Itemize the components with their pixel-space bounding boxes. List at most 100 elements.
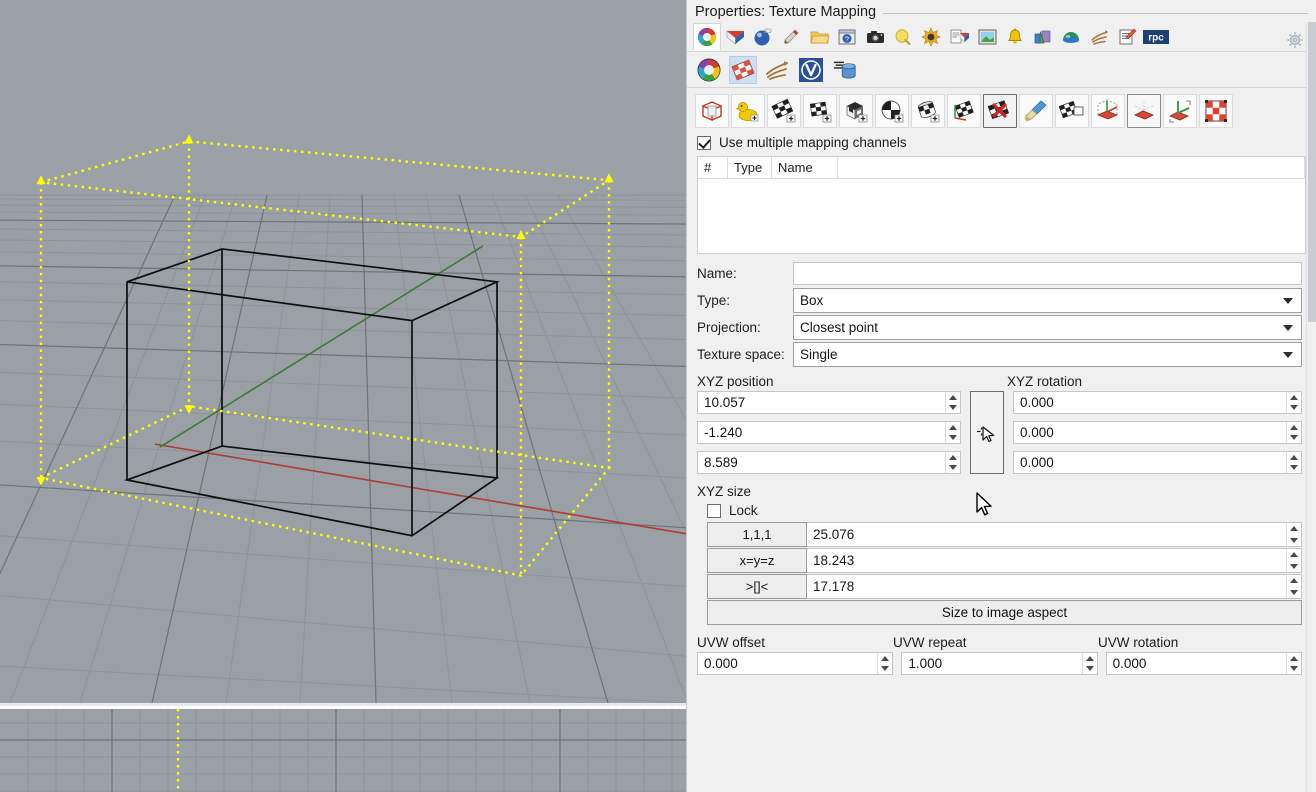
uvw-rotation-value[interactable]: 0.000 <box>1107 653 1286 674</box>
uvw-rotation-stepper[interactable]: 0.000 <box>1105 652 1302 675</box>
position-x-spin-buttons[interactable] <box>945 392 960 413</box>
display-tab[interactable] <box>777 23 805 51</box>
uvw-rotation-spin-buttons[interactable] <box>1285 653 1301 675</box>
pick-point-button[interactable] <box>970 391 1004 474</box>
layers-tab[interactable] <box>721 23 749 51</box>
size-x-stepper[interactable]: 25.076 <box>807 522 1302 547</box>
help-tab[interactable]: ? <box>833 23 861 51</box>
projection-select[interactable]: Closest point <box>793 315 1302 340</box>
match-mapping-tool[interactable] <box>1019 94 1053 128</box>
database-sub-tab[interactable] <box>831 56 859 84</box>
uvw-offset-value[interactable]: 0.000 <box>698 653 877 674</box>
copy-mapping-tool[interactable] <box>1055 94 1089 128</box>
position-x-stepper[interactable]: 10.057 <box>697 391 961 414</box>
object-properties-tab[interactable] <box>693 22 721 51</box>
spin-up-button[interactable] <box>946 452 960 463</box>
spin-up-button[interactable] <box>1287 653 1301 664</box>
spin-down-button[interactable] <box>946 403 960 414</box>
uvw-repeat-value[interactable]: 1.000 <box>902 653 1081 674</box>
spin-down-button[interactable] <box>1287 561 1301 573</box>
use-multiple-channels-row[interactable]: Use multiple mapping channels <box>687 133 1316 154</box>
size-x-value[interactable]: 25.076 <box>807 523 1286 546</box>
position-z-spin-buttons[interactable] <box>945 452 960 473</box>
spin-up-button[interactable] <box>946 422 960 433</box>
position-y-spin-buttons[interactable] <box>945 422 960 443</box>
spin-down-button[interactable] <box>878 664 892 675</box>
delete-mapping-tool[interactable] <box>983 94 1017 128</box>
apply-mapping-axes-tool[interactable] <box>1163 94 1197 128</box>
custom-mapping-tool[interactable] <box>947 94 981 128</box>
rotation-y-spin-buttons[interactable] <box>1286 422 1301 443</box>
position-z-value[interactable]: 8.589 <box>698 452 945 473</box>
size-z-value[interactable]: 17.178 <box>807 575 1286 598</box>
scrollbar-thumb[interactable] <box>1308 22 1316 322</box>
show-mapping-axes-tool[interactable] <box>1091 94 1125 128</box>
spin-up-button[interactable] <box>946 392 960 403</box>
spin-down-button[interactable] <box>1287 463 1301 474</box>
rotation-x-value[interactable]: 0.000 <box>1014 392 1286 413</box>
spin-up-button[interactable] <box>1287 523 1301 535</box>
size-z-stepper[interactable]: 17.178 <box>807 574 1302 599</box>
show-mapping-widget-tool[interactable] <box>695 94 729 128</box>
size-preset-111-button[interactable]: 1,1,1 <box>707 522 807 547</box>
size-preset-xyz-equal-button[interactable]: x=y=z <box>707 548 807 573</box>
panel-settings-button[interactable] <box>1281 26 1309 54</box>
spin-down-button[interactable] <box>1083 664 1097 675</box>
environment-tab[interactable] <box>973 23 1001 51</box>
color-sub-tab[interactable] <box>695 56 723 84</box>
rpc-tab[interactable]: rpc <box>1141 23 1171 51</box>
panel-vertical-scrollbar[interactable] <box>1306 22 1316 792</box>
spin-down-button[interactable] <box>1287 535 1301 547</box>
spin-down-button[interactable] <box>946 433 960 444</box>
spin-up-button[interactable] <box>1287 452 1301 463</box>
texture-mapping-sub-tab[interactable] <box>729 55 757 84</box>
rotation-y-stepper[interactable]: 0.000 <box>1013 421 1302 444</box>
planar-mapping-alt-tool[interactable] <box>803 94 837 128</box>
rotation-z-stepper[interactable]: 0.000 <box>1013 451 1302 474</box>
size-to-image-aspect-button[interactable]: Size to image aspect <box>707 600 1302 625</box>
uvw-repeat-stepper[interactable]: 1.000 <box>901 652 1098 675</box>
vray-sub-tab[interactable] <box>797 56 825 84</box>
texture-space-select[interactable]: Single <box>793 342 1302 367</box>
size-y-spin-buttons[interactable] <box>1286 549 1301 572</box>
rotation-z-value[interactable]: 0.000 <box>1014 452 1286 473</box>
size-preset-fit-button[interactable]: >[]< <box>707 574 807 599</box>
claw-sub-tab[interactable] <box>763 56 791 84</box>
position-y-stepper[interactable]: -1.240 <box>697 421 961 444</box>
name-input[interactable] <box>793 262 1302 285</box>
size-y-stepper[interactable]: 18.243 <box>807 548 1302 573</box>
top-viewport[interactable] <box>0 709 686 792</box>
planar-mapping-tool[interactable] <box>767 94 801 128</box>
unwrap-mapping-tool[interactable] <box>1127 94 1161 128</box>
dome-tab[interactable] <box>1057 23 1085 51</box>
folder-tab[interactable] <box>805 23 833 51</box>
spin-up-button[interactable] <box>1287 575 1301 587</box>
size-z-spin-buttons[interactable] <box>1286 575 1301 598</box>
spin-down-button[interactable] <box>1287 587 1301 599</box>
size-x-spin-buttons[interactable] <box>1286 523 1301 546</box>
spin-down-button[interactable] <box>946 463 960 474</box>
perspective-viewport[interactable] <box>0 0 686 706</box>
spin-down-button[interactable] <box>1287 433 1301 444</box>
sphere-mapping-tool[interactable] <box>875 94 909 128</box>
spin-up-button[interactable] <box>878 653 892 664</box>
light-tab[interactable] <box>889 23 917 51</box>
spin-down-button[interactable] <box>1287 403 1301 414</box>
rotation-x-stepper[interactable]: 0.000 <box>1013 391 1302 414</box>
position-z-stepper[interactable]: 8.589 <box>697 451 961 474</box>
camera-tab[interactable] <box>861 23 889 51</box>
spin-down-button[interactable] <box>1287 664 1301 675</box>
uvw-repeat-spin-buttons[interactable] <box>1081 653 1097 675</box>
lock-checkbox[interactable] <box>707 503 721 518</box>
spin-up-button[interactable] <box>1287 549 1301 561</box>
type-select[interactable]: Box <box>793 288 1302 313</box>
animation-tab[interactable] <box>1085 23 1113 51</box>
rotation-x-spin-buttons[interactable] <box>1286 392 1301 413</box>
rotation-y-value[interactable]: 0.000 <box>1014 422 1286 443</box>
print-width-tab[interactable] <box>945 23 973 51</box>
mapping-channel-list[interactable]: # Type Name <box>697 156 1306 254</box>
size-y-value[interactable]: 18.243 <box>807 549 1286 572</box>
spin-up-button[interactable] <box>1287 422 1301 433</box>
uvw-offset-stepper[interactable]: 0.000 <box>697 652 894 675</box>
duck-mapping-tool[interactable] <box>731 94 765 128</box>
